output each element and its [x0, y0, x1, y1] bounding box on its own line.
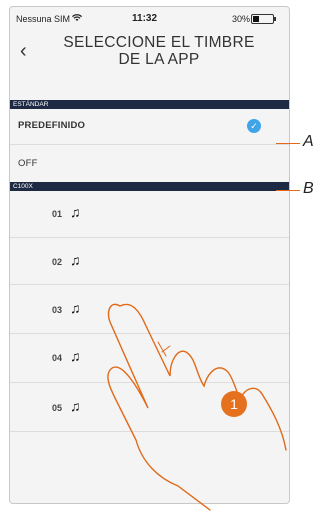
pointing-hand-illustration [107, 303, 287, 511]
step-badge: 1 [221, 391, 247, 417]
